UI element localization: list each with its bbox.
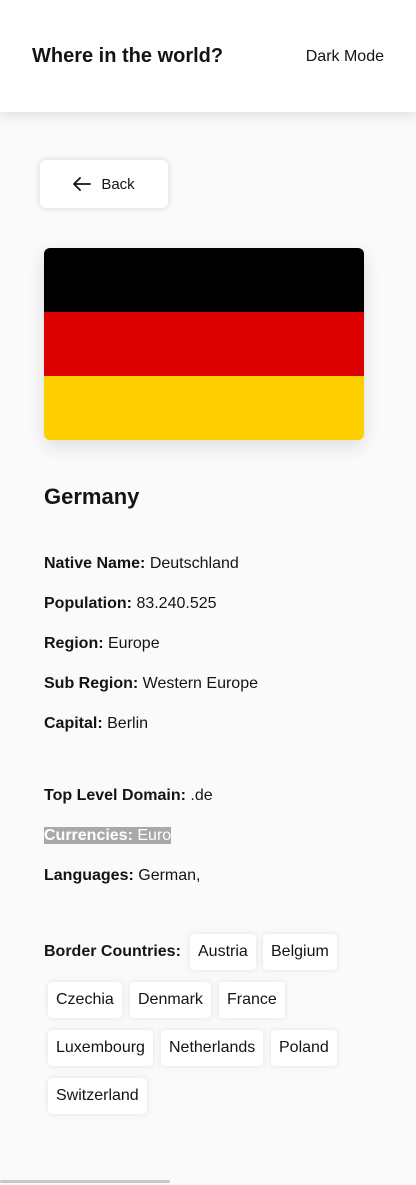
region-label: Region: [44,635,104,652]
back-button-label: Back [101,175,135,193]
native-name-value: Deutschland [149,555,239,572]
border-chip-france[interactable]: France [219,982,285,1018]
border-chip-belgium[interactable]: Belgium [263,934,337,970]
region-row: Region: Europe [44,634,160,654]
capital-row: Capital: Berlin [44,714,148,734]
border-countries-label: Border Countries: [44,943,181,960]
country-flag [44,248,364,440]
capital-value: Berlin [107,715,149,732]
tld-value: .de [190,787,213,804]
population-label: Population: [44,595,132,612]
app-header: Where in the world? Dark Mode [0,0,416,112]
sub-region-row: Sub Region: Western Europe [44,674,258,694]
flag-stripe-black [44,248,364,312]
population-row: Population: 83.240.525 [44,594,217,614]
border-chip-switzerland[interactable]: Switzerland [48,1078,147,1114]
languages-value: German, [138,867,201,884]
sub-region-label: Sub Region: [44,675,139,692]
border-chip-denmark[interactable]: Denmark [130,982,211,1018]
flag-stripe-gold [44,376,364,440]
border-chip-czechia[interactable]: Czechia [48,982,122,1018]
languages-label: Languages: [44,867,134,884]
languages-row: Languages: German, [44,866,201,886]
arrow-left-icon [73,177,92,191]
native-name-row: Native Name: Deutschland [44,554,239,574]
tld-label: Top Level Domain: [44,787,186,804]
horizontal-scrollbar[interactable] [0,1180,170,1183]
back-button[interactable]: Back [40,160,168,208]
sub-region-value: Western Europe [142,675,258,692]
border-chip-austria[interactable]: Austria [190,934,256,970]
dark-mode-toggle[interactable]: Dark Mode [306,47,384,67]
region-value: Europe [108,635,160,652]
app-title: Where in the world? [32,45,224,67]
flag-stripe-red [44,312,364,376]
border-chip-netherlands[interactable]: Netherlands [161,1030,264,1066]
country-name: Germany [44,484,140,509]
currencies-row: Currencies: Euro [44,826,172,846]
population-value: 83.240.525 [136,595,217,612]
native-name-label: Native Name: [44,555,146,572]
border-chip-luxembourg[interactable]: Luxembourg [48,1030,153,1066]
capital-label: Capital: [44,715,103,732]
currencies-label: Currencies: [44,827,133,844]
tld-row: Top Level Domain: .de [44,786,213,806]
border-chip-poland[interactable]: Poland [271,1030,337,1066]
currencies-value: Euro [137,827,172,844]
